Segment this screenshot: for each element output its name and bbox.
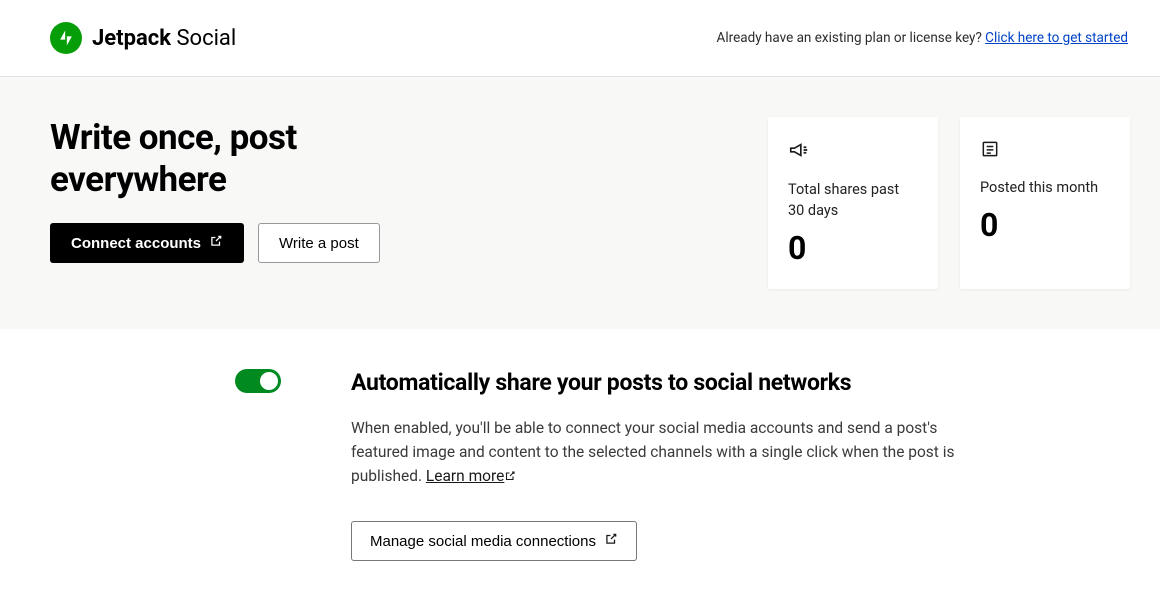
connect-accounts-button[interactable]: Connect accounts: [50, 223, 244, 263]
settings-section: Automatically share your posts to social…: [0, 329, 1160, 601]
manage-connections-button[interactable]: Manage social media connections: [351, 521, 637, 561]
external-link-icon: [504, 465, 516, 489]
write-post-button[interactable]: Write a post: [258, 223, 380, 263]
stats-cards: Total shares past 30 days 0 Posted this …: [768, 117, 1130, 289]
megaphone-icon: [788, 139, 918, 165]
post-icon: [980, 139, 1110, 163]
header: Jetpack Social Already have an existing …: [0, 0, 1160, 77]
brand-name: Jetpack Social: [92, 26, 236, 51]
logo: Jetpack Social: [50, 22, 236, 54]
get-started-link[interactable]: Click here to get started: [985, 30, 1128, 46]
settings-title: Automatically share your posts to social…: [351, 369, 971, 396]
existing-plan-text: Already have an existing plan or license…: [717, 30, 1128, 46]
auto-share-toggle[interactable]: [235, 369, 281, 393]
stat-value: 0: [980, 206, 1110, 244]
toggle-knob: [260, 372, 278, 390]
jetpack-logo-icon: [50, 22, 82, 54]
hero-section: Write once, posteverywhere Connect accou…: [0, 77, 1160, 329]
stat-card-posted: Posted this month 0: [960, 117, 1130, 289]
learn-more-link[interactable]: Learn more: [426, 467, 516, 485]
stat-label: Total shares past 30 days: [788, 179, 918, 221]
settings-description: When enabled, you'll be able to connect …: [351, 416, 971, 489]
hero-title: Write once, posteverywhere: [50, 117, 380, 201]
external-link-icon: [604, 532, 618, 550]
stat-value: 0: [788, 229, 918, 267]
external-link-icon: [209, 234, 223, 252]
stat-card-shares: Total shares past 30 days 0: [768, 117, 938, 289]
stat-label: Posted this month: [980, 177, 1110, 198]
